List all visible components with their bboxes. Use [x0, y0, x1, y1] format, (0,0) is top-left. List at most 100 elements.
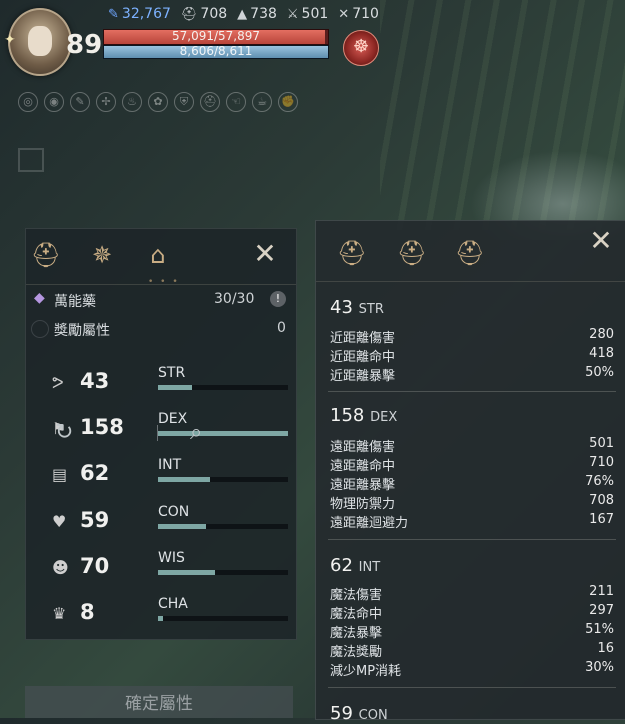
house-tab-icon[interactable]: ⌂ [142, 239, 174, 271]
detail-key: 遠距離迴避力 [330, 516, 409, 531]
stat-bar-fill [158, 524, 207, 529]
elixir-value: 30/30 [214, 291, 255, 307]
bonus-label: 獎勵屬性 [54, 323, 110, 339]
eye-icon[interactable]: ◉ [44, 92, 64, 112]
star-compass-tab-icon[interactable]: ✵ [86, 239, 118, 271]
stat-swords-value: 501 [301, 6, 329, 22]
stat-label: STR [158, 365, 186, 381]
quick-toolbar: ◎ ◉ ✎ ✢ ♨ ✿ ⛨ ⛑ ☜ ☕ ✊ [18, 92, 298, 112]
detail-key: 物理防禦力 [330, 497, 396, 512]
detail-value: 418 [589, 346, 614, 361]
confirm-attributes-button[interactable]: 確定屬性 [25, 686, 293, 718]
detail-key: 遠距離命中 [330, 459, 396, 474]
hand-icon[interactable]: ☜ [226, 92, 246, 112]
detail-key: 魔法獎勵 [330, 645, 383, 660]
stat-value: 62 [80, 461, 110, 485]
stat-bar-fill [158, 431, 288, 436]
detail-key: 遠距離暴擊 [330, 478, 396, 493]
stat-bar-fill [158, 477, 210, 482]
stat-bar [158, 477, 288, 482]
info-icon[interactable]: ! [270, 291, 286, 307]
stat-bar-fill [158, 616, 164, 621]
stat-swords: ⚔ 501 [287, 6, 328, 22]
stat-row-con[interactable]: ♥ 59 CON [26, 504, 296, 544]
section-abbr: STR [358, 302, 384, 317]
stat-label: CHA [158, 596, 188, 612]
detail-key: 魔法傷害 [330, 588, 383, 603]
tab-indicator-dots: • • • [148, 277, 180, 287]
mp-text: 8,606/8,611 [179, 44, 253, 58]
section-divider [328, 391, 616, 392]
detail-key: 近距離命中 [330, 350, 396, 365]
detail-key: 魔法命中 [330, 607, 383, 622]
ring-icon[interactable]: ◎ [18, 92, 38, 112]
shield-icon[interactable]: ⛨ [174, 92, 194, 112]
feather-icon: ✎ [108, 6, 119, 22]
fist-icon[interactable]: ✊ [278, 92, 298, 112]
detail-row: 遠距離命中 710 [330, 455, 614, 474]
detail-row: 近距離命中 418 [330, 346, 614, 365]
resource-stats: ✎ 32,767 ⛑ 708 ▲ 738 ⚔ 501 ✕ 710 [108, 6, 379, 22]
buff-emblem-icon[interactable]: ☸ [343, 30, 379, 66]
elixir-row: ◆ 萬能藥 30/30 ! [26, 289, 296, 313]
detail-value: 51% [585, 622, 614, 637]
detail-value: 30% [585, 660, 614, 675]
close-icon[interactable]: ✕ [250, 239, 280, 269]
stat-hat-value: 738 [250, 6, 277, 22]
helmet-tab-icon[interactable]: ⛑ [30, 239, 62, 271]
feather-icon[interactable]: ✎ [70, 92, 90, 112]
crossed-swords-icon: ⚔ [286, 6, 299, 22]
section-int-title: 62 INT [330, 555, 380, 576]
stat-row-int[interactable]: ▤ 62 INT [26, 457, 296, 497]
book-icon: ▤ [52, 465, 68, 484]
hp-bar: 57,091/57,897 [103, 29, 329, 45]
detail-row: 魔法命中 297 [330, 603, 614, 622]
helmet-icon[interactable]: ⛑ [200, 92, 220, 112]
detail-key: 魔法暴擊 [330, 626, 383, 641]
heart-icon: ♥ [52, 512, 67, 531]
section-value: 158 [330, 405, 365, 426]
detail-value: 167 [589, 512, 614, 527]
stat-row-str[interactable]: ᕗ 43 STR [26, 365, 296, 405]
helmet-gear-tab-icon[interactable]: ⛑ [336, 237, 368, 269]
reset-icon[interactable]: ↻ [55, 420, 73, 445]
section-divider [328, 687, 616, 688]
bonus-dot-icon [31, 320, 49, 338]
hp-text: 57,091/57,897 [171, 29, 261, 43]
stat-feather-value: 32,767 [121, 6, 171, 22]
bonus-attribute-row: 獎勵屬性 0 [26, 317, 296, 341]
stat-helmet-value: 708 [200, 6, 228, 22]
crown-icon: ♛ [52, 604, 67, 623]
close-icon[interactable]: ✕ [586, 226, 616, 256]
detail-row: 魔法暴擊 51% [330, 622, 614, 641]
stat-row-cha[interactable]: ♛ 8 CHA [26, 596, 296, 636]
section-str-title: 43 STR [330, 297, 384, 318]
character-avatar[interactable]: ✦ [4, 8, 72, 76]
helmet-check-tab-icon[interactable]: ⛑ [454, 237, 486, 269]
magnifier-icon[interactable]: ⌕ [190, 420, 202, 445]
helmet-icon: ⛑ [180, 6, 198, 22]
helmet-plus-tab-icon[interactable]: ⛑ [396, 237, 428, 269]
stat-feather: ✎ 32,767 [108, 6, 171, 22]
section-abbr: INT [358, 560, 381, 575]
eagle-icon[interactable]: ✢ [96, 92, 116, 112]
detail-row: 遠距離迴避力 167 [330, 512, 614, 531]
stat-bar [158, 524, 288, 529]
detail-row: 物理防禦力 708 [330, 493, 614, 512]
detail-row: 近距離暴擊 50% [330, 365, 614, 384]
stat-label: INT [158, 457, 182, 473]
stat-label: DEX [158, 411, 188, 427]
detail-value: 76% [585, 474, 614, 489]
cup-icon[interactable]: ☕ [252, 92, 272, 112]
detail-key: 減少MP消耗 [330, 664, 402, 679]
section-divider [328, 539, 616, 540]
detail-key: 近距離暴擊 [330, 369, 396, 384]
stat-row-wis[interactable]: ☻ 70 WIS [26, 550, 296, 590]
character-level: 89 [66, 30, 103, 60]
grain-icon[interactable]: ✿ [148, 92, 168, 112]
flag-icon[interactable] [18, 148, 44, 172]
stat-bar-fill [158, 570, 216, 575]
stat-bows-value: 710 [352, 6, 379, 22]
fire-icon[interactable]: ♨ [122, 92, 142, 112]
stat-detail-panel: ⛑ ⛑ ⛑ ✕ 43 STR 近距離傷害 280 近距離命中 418 近距離暴擊 50… [315, 220, 625, 724]
